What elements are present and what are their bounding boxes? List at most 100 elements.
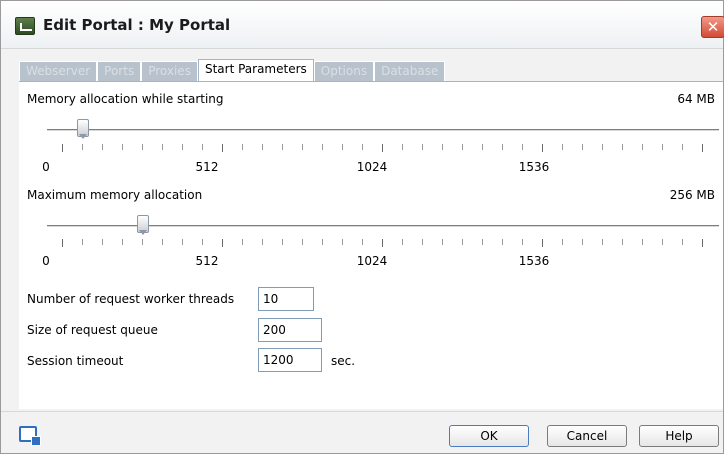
edit-portal-dialog: Edit Portal : My Portal ✕ Webserver Port… bbox=[0, 0, 724, 454]
slider-tick bbox=[242, 239, 243, 245]
slider-tick bbox=[342, 144, 343, 150]
slider-tick bbox=[482, 239, 483, 245]
slider-tick bbox=[682, 144, 683, 150]
memory-max-value: 256 MB bbox=[669, 188, 715, 202]
slider-thumb[interactable] bbox=[77, 119, 89, 141]
slider-tick bbox=[442, 239, 443, 245]
slider-tick bbox=[362, 239, 363, 245]
tick-label-512: 512 bbox=[195, 160, 219, 174]
slider-tick bbox=[142, 144, 143, 150]
queue-size-input[interactable] bbox=[258, 318, 322, 342]
slider-tick bbox=[582, 239, 583, 245]
slider-tick bbox=[442, 144, 443, 150]
tick-label-1024: 1024 bbox=[356, 254, 388, 268]
slider-tick bbox=[282, 144, 283, 150]
slider-tick bbox=[262, 144, 263, 150]
tab-start-parameters[interactable]: Start Parameters bbox=[197, 59, 314, 81]
memory-start-value: 64 MB bbox=[677, 92, 715, 106]
slider-tick bbox=[562, 239, 563, 245]
slider-tick bbox=[342, 239, 343, 245]
slider-tick bbox=[562, 144, 563, 150]
slider-tick bbox=[182, 144, 183, 150]
slider-tick bbox=[262, 239, 263, 245]
tick-label-1024: 1024 bbox=[356, 160, 388, 174]
window-title: Edit Portal : My Portal bbox=[43, 16, 231, 34]
start-parameters-panel: Memory allocation while starting 64 MB 0… bbox=[19, 81, 723, 409]
slider-tick bbox=[542, 144, 543, 152]
memory-start-ticks bbox=[62, 144, 703, 156]
session-timeout-input[interactable] bbox=[258, 348, 322, 372]
tab-options[interactable]: Options bbox=[313, 61, 375, 81]
slider-tick bbox=[522, 144, 523, 150]
slider-tick bbox=[322, 144, 323, 150]
tab-database[interactable]: Database bbox=[374, 61, 446, 81]
slider-tick bbox=[682, 239, 683, 245]
slider-tick bbox=[182, 239, 183, 245]
slider-tick bbox=[542, 239, 543, 247]
tab-ports[interactable]: Ports bbox=[97, 61, 142, 81]
session-timeout-label: Session timeout bbox=[27, 354, 124, 368]
close-button[interactable]: ✕ bbox=[701, 16, 724, 38]
slider-tick bbox=[662, 239, 663, 245]
slider-tick bbox=[162, 144, 163, 150]
tick-label-1536: 1536 bbox=[518, 160, 550, 174]
slider-tick bbox=[622, 239, 623, 245]
slider-tick bbox=[282, 239, 283, 245]
tab-proxies[interactable]: Proxies bbox=[141, 61, 198, 81]
slider-tick bbox=[82, 239, 83, 245]
slider-tick bbox=[122, 239, 123, 245]
slider-tick bbox=[622, 144, 623, 150]
slider-tick bbox=[82, 144, 83, 150]
slider-tick bbox=[222, 144, 223, 152]
slider-thumb[interactable] bbox=[137, 215, 149, 237]
slider-tick bbox=[602, 144, 603, 150]
slider-tick bbox=[402, 144, 403, 150]
slider-tick bbox=[582, 144, 583, 150]
tab-webserver[interactable]: Webserver bbox=[19, 61, 98, 81]
button-bar: OK Cancel Help bbox=[1, 411, 723, 453]
slider-tick bbox=[202, 144, 203, 150]
memory-max-ticks bbox=[62, 239, 703, 251]
tick-label-1536: 1536 bbox=[518, 254, 550, 268]
worker-threads-label: Number of request worker threads bbox=[27, 292, 235, 306]
queue-size-label: Size of request queue bbox=[27, 323, 158, 337]
slider-tick bbox=[662, 144, 663, 150]
ok-button[interactable]: OK bbox=[449, 425, 529, 447]
worker-threads-input[interactable] bbox=[258, 287, 314, 311]
title-bar: Edit Portal : My Portal ✕ bbox=[1, 1, 724, 49]
memory-start-label: Memory allocation while starting bbox=[27, 92, 224, 106]
slider-tick bbox=[462, 144, 463, 150]
session-timeout-unit: sec. bbox=[331, 354, 356, 368]
tab-bar: Webserver Ports Proxies Start Parameters… bbox=[19, 59, 446, 81]
slider-tick bbox=[382, 144, 383, 152]
slider-tick bbox=[162, 239, 163, 245]
slider-tick bbox=[222, 239, 223, 247]
slider-tick bbox=[302, 239, 303, 245]
slider-tick bbox=[362, 144, 363, 150]
slider-tick bbox=[422, 239, 423, 245]
slider-tick bbox=[62, 144, 63, 152]
help-button[interactable]: Help bbox=[639, 425, 719, 447]
slider-tick bbox=[642, 239, 643, 245]
tick-label-0: 0 bbox=[42, 160, 50, 174]
help-icon[interactable] bbox=[19, 426, 41, 446]
slider-tick bbox=[422, 144, 423, 150]
slider-tick bbox=[502, 144, 503, 150]
slider-tick bbox=[462, 239, 463, 245]
slider-tick bbox=[302, 144, 303, 150]
slider-tick bbox=[602, 239, 603, 245]
slider-tick bbox=[202, 239, 203, 245]
memory-max-label: Maximum memory allocation bbox=[27, 188, 203, 202]
slider-tick bbox=[242, 144, 243, 150]
slider-tick bbox=[502, 239, 503, 245]
slider-tick bbox=[402, 239, 403, 245]
slider-tick bbox=[522, 239, 523, 245]
cancel-button[interactable]: Cancel bbox=[547, 425, 627, 447]
tick-label-512: 512 bbox=[195, 254, 219, 268]
slider-tick bbox=[642, 144, 643, 150]
tick-label-0: 0 bbox=[42, 254, 50, 268]
slider-tick bbox=[142, 239, 143, 245]
slider-tick bbox=[62, 239, 63, 247]
slider-tick bbox=[702, 144, 703, 152]
slider-tick bbox=[322, 239, 323, 245]
